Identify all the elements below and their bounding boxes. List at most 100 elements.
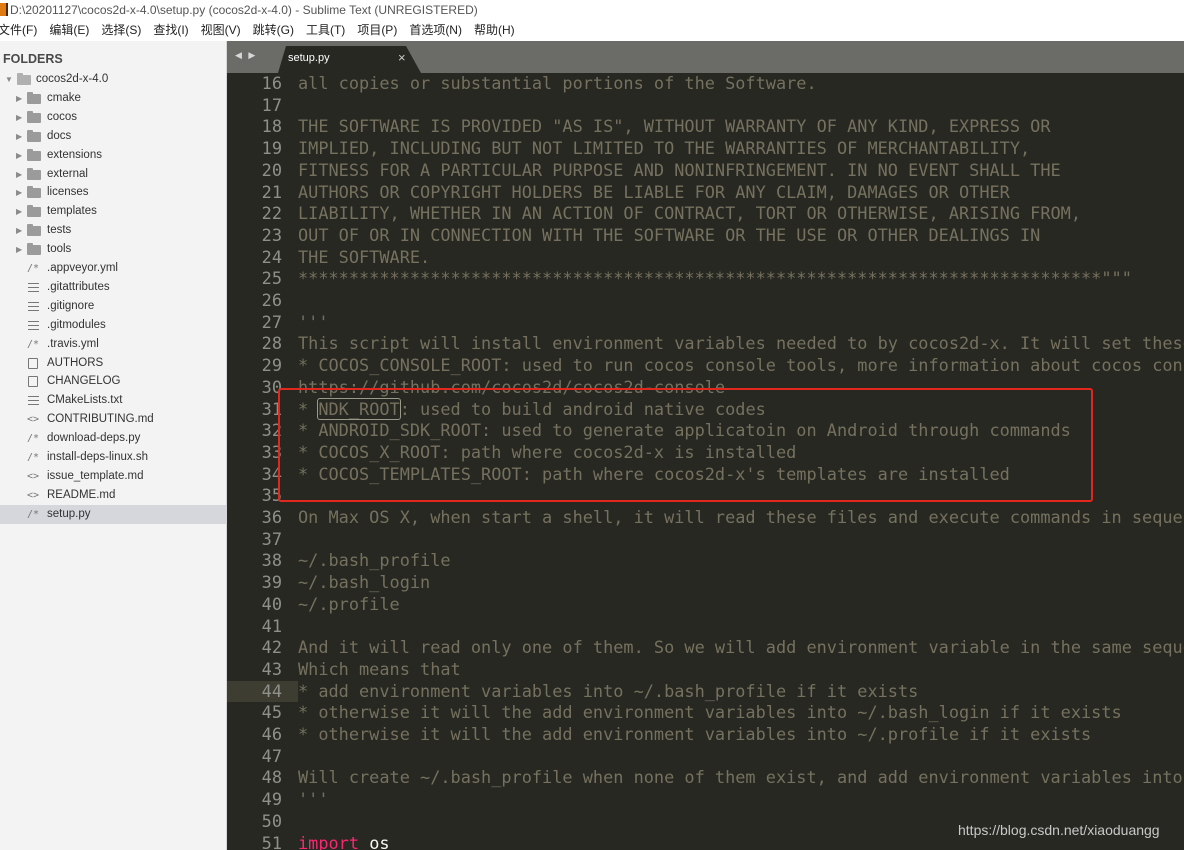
menu-item[interactable]: 首选项(N) xyxy=(409,20,462,41)
tree-folder[interactable]: ▶ docs xyxy=(0,127,226,146)
chevron-right-icon[interactable]: ▶ xyxy=(16,89,22,108)
tree-folder[interactable]: ▶ cmake xyxy=(0,89,226,108)
tree-file[interactable]: <> issue_template.md xyxy=(0,467,226,486)
chevron-right-icon[interactable]: ▶ xyxy=(16,240,22,259)
tree-folder[interactable]: ▶ licenses xyxy=(0,183,226,202)
tab-setup-py[interactable]: setup.py × xyxy=(278,46,421,73)
code-line[interactable]: 27 ''' xyxy=(227,312,1184,334)
tree-file[interactable]: /* .appveyor.yml xyxy=(0,259,226,278)
tree-file[interactable]: .gitattributes xyxy=(0,278,226,297)
code-line[interactable]: 33 * COCOS_X_ROOT: path where cocos2d-x i… xyxy=(227,442,1184,464)
code-line[interactable]: 19 IMPLIED, INCLUDING BUT NOT LIMITED TO … xyxy=(227,138,1184,160)
code-line[interactable]: 22 LIABILITY, WHETHER IN AN ACTION OF CON… xyxy=(227,203,1184,225)
code-text: Which means that xyxy=(298,658,461,679)
tree-file[interactable]: /* download-deps.py xyxy=(0,429,226,448)
code-line[interactable]: 45 * otherwise it will the add environmen… xyxy=(227,702,1184,724)
menu-item[interactable]: 帮助(H) xyxy=(474,20,515,41)
menu-item[interactable]: 视图(V) xyxy=(201,20,241,41)
chevron-right-icon[interactable]: ▶ xyxy=(16,127,22,146)
code-line[interactable]: 24 THE SOFTWARE. xyxy=(227,247,1184,269)
code-text: OUT OF OR IN CONNECTION WITH THE SOFTWAR… xyxy=(298,224,1041,245)
code-line[interactable]: 16 all copies or substantial portions of … xyxy=(227,73,1184,95)
code-line[interactable]: 30 https://github.com/cocos2d/cocos2d-con… xyxy=(227,377,1184,399)
tree-file[interactable]: AUTHORS xyxy=(0,354,226,373)
line-number: 44 xyxy=(227,680,298,703)
tree-label: licenses xyxy=(47,186,89,199)
code-line[interactable]: 48 Will create ~/.bash_profile when none … xyxy=(227,767,1184,789)
code-line[interactable]: 43 Which means that xyxy=(227,659,1184,681)
chevron-right-icon[interactable]: ▶ xyxy=(16,183,22,202)
tree-file[interactable]: .gitignore xyxy=(0,297,226,316)
chevron-right-icon[interactable]: ▶ xyxy=(16,146,22,165)
tree-folder[interactable]: ▶ external xyxy=(0,165,226,184)
line-number: 51 xyxy=(261,832,282,850)
tree-folder[interactable]: ▶ tests xyxy=(0,221,226,240)
code-line[interactable]: 20 FITNESS FOR A PARTICULAR PURPOSE AND N… xyxy=(227,160,1184,182)
code-line[interactable]: 21 AUTHORS OR COPYRIGHT HOLDERS BE LIABLE… xyxy=(227,182,1184,204)
code-line[interactable]: 23 OUT OF OR IN CONNECTION WITH THE SOFTW… xyxy=(227,225,1184,247)
code-text: ''' xyxy=(298,789,329,810)
line-number: 35 xyxy=(261,485,282,506)
menu-item[interactable]: 编辑(E) xyxy=(49,20,89,41)
chevron-right-icon[interactable]: ▶ xyxy=(16,108,22,127)
menu-item[interactable]: 查找(I) xyxy=(153,20,188,41)
tree-file[interactable]: .gitmodules xyxy=(0,316,226,335)
code-line[interactable]: 25 **************************************… xyxy=(227,268,1184,290)
chevron-right-icon[interactable]: ▶ xyxy=(16,221,22,240)
folder-icon xyxy=(27,186,41,199)
line-number: 27 xyxy=(261,311,282,332)
code-line[interactable]: 29 * COCOS_CONSOLE_ROOT: used to run coco… xyxy=(227,355,1184,377)
code-line[interactable]: 28 This script will install environment v… xyxy=(227,333,1184,355)
code-editor[interactable]: 16 all copies or substantial portions of … xyxy=(227,73,1184,850)
code-text: import os xyxy=(298,833,390,850)
code-line[interactable]: 34 * COCOS_TEMPLATES_ROOT: path where coc… xyxy=(227,464,1184,486)
chevron-down-icon[interactable]: ▼ xyxy=(5,70,13,89)
folder-open-icon xyxy=(17,73,31,85)
code-line[interactable]: 35 xyxy=(227,485,1184,507)
menu-item[interactable]: 跳转(G) xyxy=(253,20,294,41)
code-line[interactable]: 36 On Max OS X, when start a shell, it wi… xyxy=(227,507,1184,529)
tree-file[interactable]: /* install-deps-linux.sh xyxy=(0,448,226,467)
code-line[interactable]: 41 xyxy=(227,616,1184,638)
folder-icon xyxy=(27,205,41,218)
tree-folder[interactable]: ▶ tools xyxy=(0,240,226,259)
code-line[interactable]: 46 * otherwise it will the add environmen… xyxy=(227,724,1184,746)
menu-item[interactable]: 工具(T) xyxy=(306,20,345,41)
code-line[interactable]: 37 xyxy=(227,529,1184,551)
code-line[interactable]: 49 ''' xyxy=(227,789,1184,811)
code-line[interactable]: 26 xyxy=(227,290,1184,312)
code-line[interactable]: 44 * add environment variables into ~/.ba… xyxy=(227,680,1184,703)
menu-item[interactable]: 项目(P) xyxy=(357,20,397,41)
code-line[interactable]: 38 ~/.bash_profile xyxy=(227,550,1184,572)
tree-folder[interactable]: ▶ extensions xyxy=(0,146,226,165)
code-text: * otherwise it will the add environment … xyxy=(298,724,1092,744)
code-line[interactable]: 18 THE SOFTWARE IS PROVIDED "AS IS", WITH… xyxy=(227,116,1184,138)
line-number: 37 xyxy=(261,528,282,549)
tree-file[interactable]: CHANGELOG xyxy=(0,372,226,391)
tree-file[interactable]: /* setup.py xyxy=(0,504,226,524)
code-line[interactable]: 17 xyxy=(227,95,1184,117)
tab-nav-arrows-icon[interactable]: ◀ ▶ xyxy=(235,50,257,61)
code-line[interactable]: 42 And it will read only one of them. So … xyxy=(227,637,1184,659)
line-number: 50 xyxy=(261,810,282,831)
tree-root-folder[interactable]: ▼ cocos2d-x-4.0 xyxy=(0,70,226,89)
code-line[interactable]: 31 * NDK_ROOT: used to build android nati… xyxy=(227,397,1184,421)
chevron-right-icon[interactable]: ▶ xyxy=(16,202,22,221)
tree-folder[interactable]: ▶ templates xyxy=(0,202,226,221)
chevron-right-icon[interactable]: ▶ xyxy=(16,165,22,184)
tree-file[interactable]: /* .travis.yml xyxy=(0,335,226,354)
tree-folder[interactable]: ▶ cocos xyxy=(0,108,226,127)
tree-label: .gitmodules xyxy=(47,318,106,331)
menu-item[interactable]: 文件(F) xyxy=(0,20,37,41)
code-line[interactable]: 39 ~/.bash_login xyxy=(227,572,1184,594)
line-number: 32 xyxy=(261,420,282,441)
code-line[interactable]: 32 * ANDROID_SDK_ROOT: used to generate a… xyxy=(227,420,1184,442)
tree-file[interactable]: <> README.md xyxy=(0,486,226,505)
tree-file[interactable]: CMakeLists.txt xyxy=(0,391,226,410)
tree-file[interactable]: <> CONTRIBUTING.md xyxy=(0,410,226,429)
close-icon[interactable]: × xyxy=(398,50,406,65)
code-line[interactable]: 40 ~/.profile xyxy=(227,594,1184,616)
code-line[interactable]: 47 xyxy=(227,746,1184,768)
menu-item[interactable]: 选择(S) xyxy=(101,20,141,41)
code-text: LIABILITY, WHETHER IN AN ACTION OF CONTR… xyxy=(298,203,1082,224)
